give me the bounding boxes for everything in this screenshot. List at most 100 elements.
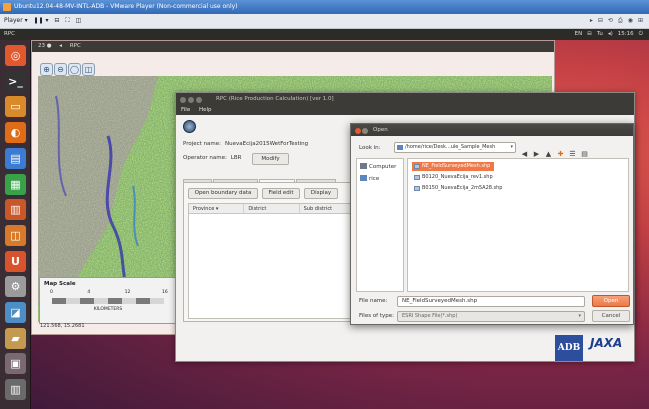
file-name: B0150_NuevaEcija_2m5A28.shp xyxy=(422,185,503,191)
vm-device-icon[interactable]: ◉ xyxy=(628,17,633,24)
vm-device-icon[interactable]: ▸ xyxy=(590,17,593,24)
panel-indicator[interactable]: EN xyxy=(575,31,583,37)
open-file-dialog: Open Look in: /home/rice/Desk...ule_Samp… xyxy=(350,123,634,325)
zoom-out-icon[interactable]: ⊖ xyxy=(54,63,67,76)
dialog-nav-toolbar: ◀ ▶ ▲ ✚ ☰ ▤ xyxy=(519,141,591,158)
zoom-extent-icon[interactable]: ◯ xyxy=(68,63,81,76)
project-tabs: ProjectPlanted AreaBoundaryProduction xyxy=(183,171,337,190)
vm-device-icon[interactable]: ⟲ xyxy=(608,17,613,24)
folder-icon xyxy=(397,145,403,150)
file-item[interactable]: B0120_NuevaEcija_rev1.shp xyxy=(412,173,497,182)
vm-device-icon[interactable]: ⊞ xyxy=(638,17,643,24)
cancel-button[interactable]: Cancel xyxy=(592,310,630,322)
vm-title-bar: Ubuntu12.04-48-MV-INTL-ADB - VMware Play… xyxy=(0,0,649,14)
panel-indicator[interactable]: 15:16 xyxy=(618,31,634,37)
unity-icon[interactable]: ◫ xyxy=(76,17,82,24)
launcher-glyph: >_ xyxy=(8,74,23,88)
file-icon xyxy=(414,186,420,191)
menu-help[interactable]: Help xyxy=(199,107,212,113)
open-dialog-title: Open xyxy=(373,127,388,133)
map-scale-tick: 16 xyxy=(162,290,168,295)
file-item[interactable]: NE_FieldSurveyedMesh.shp xyxy=(412,162,495,171)
project-menu-bar: File Help xyxy=(176,105,634,115)
minimize-button[interactable] xyxy=(188,97,194,103)
file-list: NE_FieldSurveyedMesh.shp B0120_NuevaEcija… xyxy=(407,158,629,292)
maximize-button[interactable] xyxy=(196,97,202,103)
project-name-label: Project name: xyxy=(183,141,222,147)
column-header-district[interactable]: District xyxy=(244,204,300,213)
map-scale-bar xyxy=(52,298,164,304)
operator-row: Operator name: LBR xyxy=(183,155,242,161)
file-name-input[interactable]: NE_FieldSurveyedMesh.shp xyxy=(397,296,585,307)
launcher-glyph: ▥ xyxy=(10,383,21,397)
open-boundary-data-button[interactable]: Open boundary data xyxy=(188,188,258,199)
column-header-sub-district[interactable]: Sub district xyxy=(300,204,355,213)
launcher-glyph: ▣ xyxy=(10,357,21,371)
look-in-combo[interactable]: /home/rice/Desk...ule_Sample_Mesh ▾ xyxy=(394,142,516,153)
map-scale-tick: 12 xyxy=(124,290,131,295)
file-type-select[interactable]: ESRI Shape File(*.shp) ▾ xyxy=(397,311,585,322)
settings-icon[interactable]: ⚙ xyxy=(5,276,26,298)
launcher-glyph: ⚙ xyxy=(10,280,21,294)
menu-file[interactable]: File xyxy=(181,107,190,113)
column-header-province[interactable]: Province ▾ xyxy=(189,204,245,213)
trash-icon[interactable]: ▥ xyxy=(5,379,26,401)
globe-icon xyxy=(183,120,196,133)
place-rice[interactable]: rice xyxy=(360,175,379,182)
send-keys-icon[interactable]: ⊟ xyxy=(54,17,59,24)
player-menu[interactable]: Player ▾ xyxy=(4,17,28,24)
panel-indicator[interactable]: ◂) xyxy=(608,31,613,37)
fullscreen-icon[interactable]: ⛶ xyxy=(65,17,69,24)
ubuntu-launcher: ◎ >_ ▭ ◐ ▤ ▦ ▥ ◫ U ⚙ ◪ ▰ ▣ ▥ xyxy=(0,40,31,409)
ubuntu-one-icon[interactable]: U xyxy=(5,250,26,272)
operator-label: Operator name: xyxy=(183,155,227,161)
home-folder-icon xyxy=(360,175,367,181)
writer-icon[interactable]: ▤ xyxy=(5,147,26,169)
map-scale-title: Map Scale xyxy=(44,281,76,287)
dialog-window-controls xyxy=(355,127,369,139)
vm-device-icon[interactable]: ⎙ xyxy=(618,17,623,24)
field-edit-button[interactable]: Field edit xyxy=(262,188,300,199)
project-name-value: NuevaEcija2015WetForTesting xyxy=(225,141,309,147)
place-computer[interactable]: Computer xyxy=(360,163,396,170)
jaxa-logo: JAXA xyxy=(590,336,623,350)
pause-icon[interactable]: ❚❚ ▾ xyxy=(34,17,49,24)
launcher-glyph: ▥ xyxy=(10,203,21,217)
dialog-close-button[interactable] xyxy=(355,128,361,134)
vm-toolbar-left: Player ▾ ❚❚ ▾ ⊟ ⛶ ◫ xyxy=(4,17,85,25)
file-name: NE_FieldSurveyedMesh.shp xyxy=(422,163,491,169)
panel-indicator[interactable]: ⏻ xyxy=(639,31,643,37)
file-item[interactable]: B0150_NuevaEcija_2m5A28.shp xyxy=(412,184,506,193)
file-type-value: ESRI Shape File(*.shp) xyxy=(402,313,458,319)
dialog-minimize-button[interactable] xyxy=(362,128,368,134)
file-icon xyxy=(414,175,420,180)
modify-button[interactable]: Modify xyxy=(252,153,289,165)
cursor-coordinates: 121.568, 15.2681 xyxy=(40,323,85,329)
firefox-icon[interactable]: ◐ xyxy=(5,122,26,144)
panel-indicator[interactable]: Tu xyxy=(597,31,603,37)
terminal-icon[interactable]: >_ xyxy=(5,70,26,92)
map-scale-tick: 0 xyxy=(50,290,53,295)
archive-icon[interactable]: ▰ xyxy=(5,327,26,349)
open-button[interactable]: Open xyxy=(592,295,630,307)
files-icon[interactable]: ▭ xyxy=(5,96,26,118)
workspace-icon[interactable]: ▣ xyxy=(5,353,26,375)
launcher-glyph: ▭ xyxy=(10,100,21,114)
vm-device-icon[interactable]: ⊟ xyxy=(598,17,603,24)
launcher-glyph: ▤ xyxy=(10,151,21,165)
calc-icon[interactable]: ▦ xyxy=(5,173,26,195)
panel-app-name: RPC xyxy=(4,31,15,37)
project-title-bar: RPC (Rice Production Calculation) [ver 1… xyxy=(176,93,634,105)
zoom-layer-icon[interactable]: ◫ xyxy=(82,63,95,76)
places-sidebar: Computer rice xyxy=(356,158,404,292)
rpc-app-icon[interactable]: ◪ xyxy=(5,302,26,323)
software-center-icon[interactable]: ◫ xyxy=(5,224,26,246)
panel-indicator[interactable]: ⊟ xyxy=(587,31,592,37)
display-button[interactable]: Display xyxy=(304,188,338,199)
dash-icon[interactable]: ◎ xyxy=(5,45,26,66)
close-button[interactable] xyxy=(180,97,186,103)
vm-device-icons: ▸ ⊟ ⟲ ⎙ ◉ ⊞ xyxy=(585,17,643,25)
zoom-in-icon[interactable]: ⊕ xyxy=(40,63,53,76)
impress-icon[interactable]: ▥ xyxy=(5,199,26,221)
launcher-glyph: ◐ xyxy=(10,126,21,140)
